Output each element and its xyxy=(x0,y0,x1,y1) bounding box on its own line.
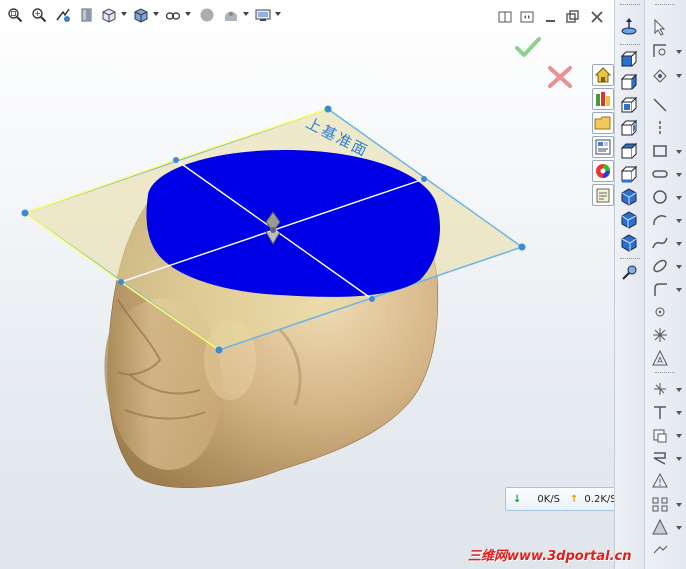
chevron-down-icon[interactable] xyxy=(676,150,682,154)
chevron-down-icon[interactable] xyxy=(676,388,682,392)
design-library-icon[interactable] xyxy=(592,88,614,110)
trim-icon[interactable] xyxy=(651,426,671,446)
dimetric-view-icon[interactable] xyxy=(620,234,640,254)
view-selector-icon[interactable] xyxy=(620,264,640,284)
left-view-icon[interactable] xyxy=(620,96,640,116)
3d-model-view[interactable] xyxy=(0,0,614,569)
chevron-down-icon[interactable] xyxy=(676,434,682,438)
bottom-view-icon[interactable] xyxy=(620,165,640,185)
watermark: 三维网www.3dportal.cn xyxy=(468,549,632,564)
download-speed: 0K/S xyxy=(537,493,561,505)
toolbar-grip[interactable] xyxy=(620,258,640,262)
smart-dimension-icon[interactable] xyxy=(651,42,671,62)
offset-icon[interactable] xyxy=(651,403,671,423)
centerline-icon[interactable] xyxy=(651,119,671,139)
chevron-down-icon[interactable] xyxy=(676,526,682,530)
relations-icon[interactable] xyxy=(651,66,671,86)
front-view-icon[interactable] xyxy=(620,50,640,70)
chevron-down-icon[interactable] xyxy=(676,242,682,246)
svg-text:A: A xyxy=(657,356,663,365)
chevron-down-icon[interactable] xyxy=(676,503,682,507)
custom-properties-icon[interactable] xyxy=(592,184,614,206)
chevron-down-icon[interactable] xyxy=(676,288,682,292)
normal-to-icon[interactable] xyxy=(620,18,640,38)
sketch-toolbar: A xyxy=(644,0,686,569)
linear-pattern-icon[interactable] xyxy=(651,518,671,538)
sketch-text-icon[interactable] xyxy=(651,326,671,346)
rectangle-icon[interactable] xyxy=(651,142,671,162)
extend-icon[interactable] xyxy=(651,449,671,469)
file-explorer-icon[interactable] xyxy=(592,112,614,134)
appearances-icon[interactable] xyxy=(592,160,614,182)
back-view-icon[interactable] xyxy=(620,73,640,93)
mirror-icon[interactable] xyxy=(651,495,671,515)
task-pane-tabs xyxy=(588,60,614,210)
toolbar-grip[interactable] xyxy=(620,44,640,48)
circle-icon[interactable] xyxy=(651,188,671,208)
download-arrow-icon: ↓ xyxy=(513,493,522,505)
select-icon[interactable] xyxy=(651,18,671,38)
chevron-down-icon[interactable] xyxy=(676,50,682,54)
network-speed-meter: ↓ 0K/S ↑ 0.2K/S e xyxy=(505,487,614,511)
toolbar-grip[interactable] xyxy=(620,4,640,8)
chevron-down-icon[interactable] xyxy=(676,196,682,200)
chevron-down-icon[interactable] xyxy=(676,173,682,177)
view-palette-icon[interactable] xyxy=(592,136,614,158)
point-icon[interactable] xyxy=(651,303,671,323)
line-icon[interactable] xyxy=(651,96,671,116)
upload-arrow-icon: ↑ xyxy=(570,493,579,505)
top-view-icon[interactable] xyxy=(620,142,640,162)
trimetric-view-icon[interactable] xyxy=(620,211,640,231)
chevron-down-icon[interactable] xyxy=(676,411,682,415)
spline-icon[interactable] xyxy=(651,234,671,254)
toolbar-grip[interactable] xyxy=(655,4,675,8)
fillet-icon[interactable] xyxy=(651,280,671,300)
plane-icon[interactable]: A xyxy=(651,349,671,369)
solidworks-resources-icon[interactable] xyxy=(592,64,614,86)
right-view-icon[interactable] xyxy=(620,119,640,139)
isometric-view-icon[interactable] xyxy=(620,188,640,208)
toolbar-grip[interactable] xyxy=(655,372,675,376)
chevron-down-icon[interactable] xyxy=(676,74,682,78)
chevron-down-icon[interactable] xyxy=(676,457,682,461)
upload-speed: 0.2K/S xyxy=(584,493,614,505)
graphics-area[interactable]: 上基准面 ↓ 0K/S ↑ 0.2K/S e xyxy=(0,0,614,569)
convert-entities-icon[interactable] xyxy=(651,380,671,400)
view-orientation-toolbar xyxy=(614,0,645,569)
arc-icon[interactable] xyxy=(651,211,671,231)
chevron-down-icon[interactable] xyxy=(676,219,682,223)
move-icon[interactable] xyxy=(651,541,671,561)
slot-icon[interactable] xyxy=(651,165,671,185)
ellipse-icon[interactable] xyxy=(651,257,671,277)
split-entities-icon[interactable] xyxy=(651,472,671,492)
chevron-down-icon[interactable] xyxy=(676,265,682,269)
